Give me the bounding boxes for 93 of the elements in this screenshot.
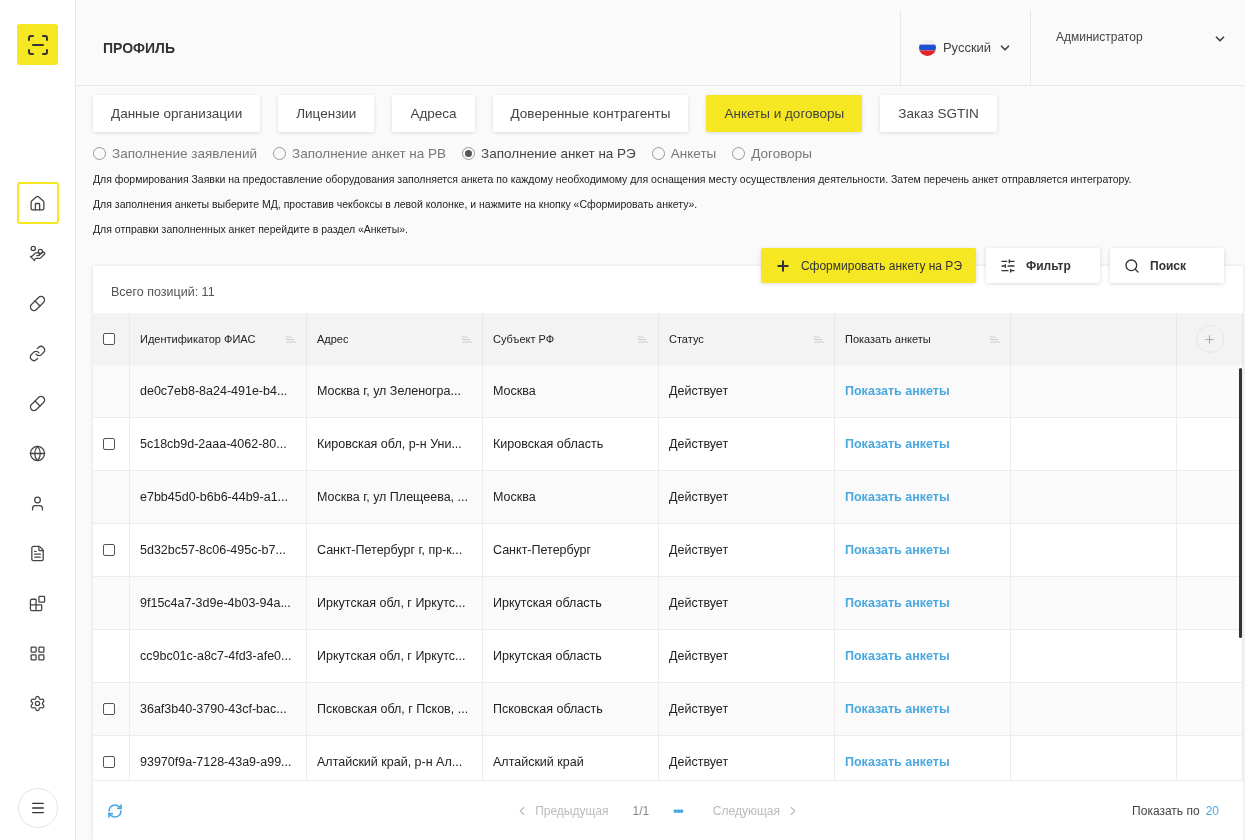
column-header[interactable]: Адрес: [307, 313, 483, 365]
pill-icon: [29, 294, 46, 312]
search-icon: [1124, 257, 1140, 274]
tab[interactable]: Доверенные контрагенты: [492, 95, 689, 132]
pill-icon: [29, 394, 46, 412]
radio-option[interactable]: Договоры: [732, 146, 812, 161]
checkbox[interactable]: [103, 703, 115, 715]
tab[interactable]: Заказ SGTIN: [880, 95, 997, 132]
create-button[interactable]: Сформировать анкету на РЭ: [760, 248, 976, 283]
table-cell: Действует: [659, 471, 835, 524]
sort-icon: [462, 335, 472, 343]
table-cell: Псковская область: [483, 683, 659, 736]
page-size-label: Показать по: [1132, 803, 1200, 818]
user-menu[interactable]: Администратор: [1030, 10, 1245, 85]
table-cell: Псковская обл, г Псков, ...: [307, 683, 483, 736]
radio-option[interactable]: Анкеты: [651, 146, 717, 161]
table-cell: 5d32bc57-8c06-495c-b7...: [130, 524, 307, 577]
blocks-icon: [29, 594, 46, 612]
radio-option[interactable]: Заполнение заявлений: [93, 146, 258, 161]
table-cell: Иркутская область: [483, 630, 659, 683]
tab[interactable]: Лицензии: [278, 95, 375, 132]
table-cell: [1177, 630, 1243, 683]
table-cell: Иркутская область: [483, 577, 659, 630]
sort-icon: [286, 335, 296, 343]
table-cell: [1177, 418, 1243, 471]
column-header[interactable]: Субъект РФ: [483, 313, 659, 365]
table-cell: Иркутская обл, г Иркутс...: [307, 630, 483, 683]
table-cell: 5c18cb9d-2aaa-4062-80...: [130, 418, 307, 471]
table-cell: [1177, 577, 1243, 630]
table-cell: [1177, 471, 1243, 524]
sidebar-item[interactable]: [16, 182, 59, 224]
sort-icon: [638, 335, 648, 343]
table-cell: Москва: [483, 365, 659, 418]
filter-button[interactable]: Фильтр: [986, 248, 1100, 283]
table-cell: 9f15c4a7-3d9e-4b03-94a...: [130, 577, 307, 630]
plus-icon: [774, 257, 791, 274]
flag-icon: [918, 39, 936, 56]
tab[interactable]: Адреса: [392, 95, 475, 132]
table-cell: Действует: [659, 418, 835, 471]
page-number: 1/1: [632, 803, 650, 818]
checkbox[interactable]: [103, 544, 115, 556]
home-icon: [29, 194, 46, 212]
globe-icon: [29, 444, 46, 462]
table-cell: Санкт-Петербург г, пр-к...: [307, 524, 483, 577]
table-cell: Кировская обл, р-н Уни...: [307, 418, 483, 471]
sliders-icon: [1000, 257, 1016, 274]
radio-option[interactable]: Заполнение анкет на РВ: [273, 146, 447, 161]
table-cell: Москва: [483, 471, 659, 524]
checkbox[interactable]: [103, 333, 115, 345]
table-cell: Иркутская обл, г Иркутс...: [307, 577, 483, 630]
tab[interactable]: Данные организации: [93, 95, 261, 132]
table-cell: Действует: [659, 524, 835, 577]
search-button[interactable]: Поиск: [1110, 248, 1224, 283]
radio-option[interactable]: Заполнение анкет на РЭ: [462, 146, 636, 161]
sort-icon: [990, 335, 1000, 343]
plus-icon: [1203, 332, 1216, 346]
table-cell: Действует: [659, 577, 835, 630]
scrollbar[interactable]: [1239, 368, 1242, 638]
user-icon: [29, 494, 46, 512]
table-cell: Санкт-Петербург: [483, 524, 659, 577]
table-cell: de0c7eb8-8a24-491e-b4...: [130, 365, 307, 418]
table-cell: cc9bc01c-a8c7-4fd3-afe0...: [130, 630, 307, 683]
table-cell: Действует: [659, 630, 835, 683]
column-header[interactable]: Показать анкеты: [835, 313, 1011, 365]
language-select[interactable]: Русский: [900, 10, 1030, 85]
info-text: Для отправки заполненных анкет перейдите в раздел «Анкеты».: [93, 222, 409, 237]
tab[interactable]: Анкеты и договоры: [706, 95, 863, 132]
settings-icon: [29, 694, 46, 712]
checkbox[interactable]: [103, 756, 115, 768]
grid-icon: [29, 644, 46, 662]
document-icon: [29, 544, 46, 562]
table-cell: 36af3b40-3790-43cf-bac...: [130, 683, 307, 736]
link-icon: [29, 344, 46, 362]
table-cell: [1177, 524, 1243, 577]
menu-button[interactable]: [17, 788, 58, 828]
table-cell: Кировская область: [483, 418, 659, 471]
table-cell: e7bb45d0-b6b6-44b9-a1...: [130, 471, 307, 524]
hand-icon: [29, 244, 46, 262]
column-header[interactable]: Статус: [659, 313, 835, 365]
table-cell: Москва г, ул Плещеева, ...: [307, 471, 483, 524]
page-title: ПРОФИЛЬ: [102, 39, 176, 56]
refresh-icon[interactable]: [107, 802, 123, 819]
checkbox[interactable]: [103, 438, 115, 450]
info-text: Для заполнения анкеты выберите МД, проставив чекбоксы в левой колонке, и нажмите на кнопку «Сформировать анкету».: [93, 197, 699, 212]
table-cell: Москва г, ул Зеленогра...: [307, 365, 483, 418]
menu-icon: [29, 800, 46, 816]
info-text: Для формирования Заявки на предоставление оборудования заполняется анкета по каждому необходимому для оснащения месту осуществления деятельности. Затем перечень анкет отправляется интегратору.: [93, 172, 1133, 187]
column-header[interactable]: Идентификатор ФИАС: [130, 313, 307, 365]
total-count: Всего позиций: 11: [111, 285, 215, 299]
sort-icon: [814, 335, 824, 343]
table-cell: Действует: [659, 365, 835, 418]
logo-icon[interactable]: [17, 24, 58, 65]
table-cell: Действует: [659, 683, 835, 736]
